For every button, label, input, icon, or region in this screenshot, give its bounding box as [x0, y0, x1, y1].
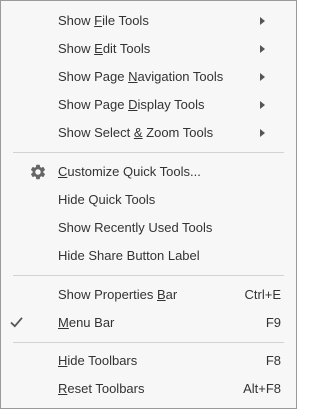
- menu-item-label: Reset Toolbars: [58, 381, 145, 396]
- menu-item-hide-share-button-label[interactable]: Hide Share Button Label: [1, 243, 296, 269]
- menu-item-label: Customize Quick Tools...: [58, 164, 201, 179]
- menu-item-hide-toolbars[interactable]: Hide Toolbars F8: [1, 348, 296, 374]
- menu-item-show-page-display-tools[interactable]: Show Page Display Tools: [1, 92, 296, 118]
- shortcut-label: Ctrl+E: [244, 287, 281, 302]
- shortcut-label: Alt+F8: [243, 381, 281, 396]
- menu-item-show-edit-tools[interactable]: Show Edit Tools: [1, 36, 296, 62]
- shortcut-label: F9: [265, 315, 281, 330]
- menu-separator: [13, 342, 284, 343]
- shortcut-label: F8: [265, 353, 281, 368]
- submenu-arrow-icon: [260, 73, 265, 81]
- menu-item-label: Hide Share Button Label: [58, 248, 200, 263]
- menu-separator: [13, 152, 284, 153]
- menu-item-show-properties-bar[interactable]: Show Properties Bar Ctrl+E: [1, 282, 296, 308]
- menu-item-label: Show File Tools: [58, 13, 149, 28]
- menu-item-show-page-navigation-tools[interactable]: Show Page Navigation Tools: [1, 64, 296, 90]
- menu-item-show-file-tools[interactable]: Show File Tools: [1, 8, 296, 34]
- menu-item-show-recently-used-tools[interactable]: Show Recently Used Tools: [1, 215, 296, 241]
- menu-item-menu-bar[interactable]: Menu Bar F9: [1, 310, 296, 336]
- menu-item-show-select-zoom-tools[interactable]: Show Select & Zoom Tools: [1, 120, 296, 146]
- menu-item-label: Show Edit Tools: [58, 41, 151, 56]
- gear-icon: [30, 164, 46, 180]
- submenu-arrow-icon: [260, 17, 265, 25]
- menu-item-label: Hide Quick Tools: [58, 192, 156, 207]
- submenu-arrow-icon: [260, 45, 265, 53]
- submenu-arrow-icon: [260, 101, 265, 109]
- menu-item-reset-toolbars[interactable]: Reset Toolbars Alt+F8: [1, 376, 296, 402]
- submenu-arrow-icon: [260, 129, 265, 137]
- menu-item-label: Show Recently Used Tools: [58, 220, 213, 235]
- menu-item-customize-quick-tools[interactable]: Customize Quick Tools...: [1, 159, 296, 185]
- menu-item-label: Menu Bar: [58, 315, 115, 330]
- checkmark-icon: [10, 317, 23, 328]
- menu-item-label: Show Page Display Tools: [58, 97, 205, 112]
- menu-item-label: Show Select & Zoom Tools: [58, 125, 214, 140]
- menu-item-label: Show Properties Bar: [58, 287, 178, 302]
- menu-separator: [13, 275, 284, 276]
- menu-item-label: Hide Toolbars: [58, 353, 138, 368]
- menu-item-hide-quick-tools[interactable]: Hide Quick Tools: [1, 187, 296, 213]
- menu-item-label: Show Page Navigation Tools: [58, 69, 224, 84]
- view-tools-context-menu: Show File Tools Show Edit Tools Show Pag…: [0, 0, 297, 409]
